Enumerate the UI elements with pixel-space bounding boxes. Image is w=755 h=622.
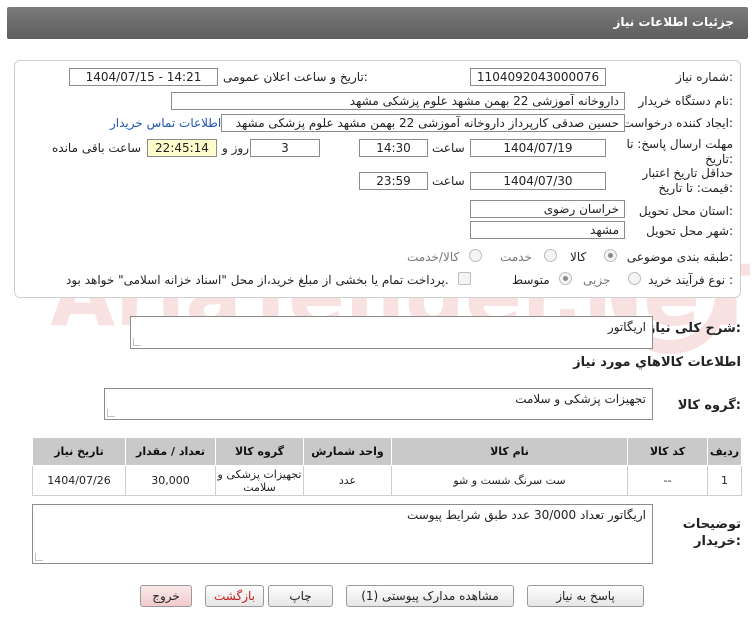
page-title: جزئیات اطلاعات نیاز: [613, 15, 734, 29]
cell-quantity: 30,000: [125, 465, 216, 496]
remaining-time-field: 22:45:14: [147, 139, 217, 157]
price-date-field: 1404/07/30: [470, 172, 606, 190]
exit-button[interactable]: خروج: [140, 585, 192, 607]
announce-label: تاریخ و ساعت اعلان عمومی:: [223, 70, 368, 84]
city-field: مشهد: [470, 221, 625, 239]
days-field: 3: [250, 139, 320, 157]
process-medium-label: متوسط: [512, 273, 550, 287]
table-header-row: ردیف کد کالا نام کالا واحد شمارش گروه کا…: [32, 437, 742, 466]
remaining-label: ساعت باقی مانده: [52, 141, 142, 155]
summary-label: شرح کلی نیاز:: [647, 321, 741, 336]
buyer-notes-text: اریگاتور تعداد 30/000 عدد طبق شرایط پیوس…: [406, 508, 646, 522]
reply-time-label: ساعت: [432, 141, 465, 155]
creator-label: ایجاد کننده درخواست:: [622, 116, 733, 130]
goods-group-textarea[interactable]: تجهیزات پزشکی و سلامت: [104, 388, 653, 420]
need-number-field: 1104092043000076: [470, 68, 606, 86]
summary-text: اریگاتور: [607, 320, 646, 334]
province-label: استان محل تحویل:: [638, 204, 733, 218]
back-button[interactable]: بازگشت: [205, 585, 264, 607]
cell-date: 1404/07/26: [32, 465, 126, 496]
province-field: خراسان رضوی: [470, 200, 625, 218]
resize-grip-icon[interactable]: [133, 338, 141, 346]
process-minor-radio[interactable]: [628, 272, 641, 285]
table-row[interactable]: 1 -- ست سرنگ شست و شو عدد تجهیزات پزشکی …: [32, 465, 742, 496]
price-time-label: ساعت: [432, 174, 465, 188]
process-medium-radio[interactable]: [559, 272, 572, 285]
price-validity-label: حداقل تاریخ اعتبار قیمت: تا تاریخ:: [642, 166, 733, 195]
col-row-header: ردیف: [707, 437, 742, 466]
creator-field: حسین صدقی کارپرداز داروخانه آموزشی 22 به…: [221, 114, 625, 132]
cell-group: تجهیزات پزشکی و سلامت: [215, 465, 304, 496]
reply-time-field: 14:30: [359, 139, 428, 157]
price-time-field: 23:59: [359, 172, 428, 190]
contact-buyer-link[interactable]: اطلاعات تماس خریدار: [110, 116, 221, 130]
col-name-header: نام کالا: [391, 437, 628, 466]
cell-name: ست سرنگ شست و شو: [391, 465, 628, 496]
col-quantity-header: تعداد / مقدار: [125, 437, 216, 466]
col-group-header: گروه کالا: [215, 437, 304, 466]
page-header: جزئیات اطلاعات نیاز: [7, 7, 748, 39]
category-both-radio[interactable]: [469, 249, 482, 262]
treasury-payment-checkbox[interactable]: [458, 272, 471, 285]
buyer-notes-textarea[interactable]: اریگاتور تعداد 30/000 عدد طبق شرایط پیوس…: [32, 504, 653, 564]
category-goods-label: کالا: [570, 250, 587, 264]
category-goods-radio[interactable]: [604, 249, 617, 262]
category-both-label: کالا/خدمت: [407, 250, 460, 264]
goods-group-text: تجهیزات پزشکی و سلامت: [515, 392, 646, 406]
resize-grip-icon[interactable]: [35, 553, 43, 561]
process-minor-label: جزیی: [583, 273, 611, 287]
category-label: طبقه بندی موضوعی:: [626, 250, 733, 264]
cell-row: 1: [707, 465, 742, 496]
summary-textarea[interactable]: اریگاتور: [130, 316, 653, 349]
buyer-notes-label: توضیحات خریدار:: [682, 517, 741, 549]
col-unit-header: واحد شمارش: [303, 437, 392, 466]
reply-deadline-label: مهلت ارسال پاسخ: تا تاریخ:: [626, 137, 733, 166]
announce-field: 1404/07/15 - 14:21: [69, 68, 218, 86]
city-label: شهر محل تحویل:: [646, 224, 733, 238]
print-button[interactable]: چاپ: [268, 585, 333, 607]
need-number-label: شماره نیاز:: [675, 70, 733, 84]
buyer-org-field: داروخانه آموزشی 22 بهمن مشهد علوم پزشکی …: [171, 92, 625, 110]
cell-unit: عدد: [303, 465, 392, 496]
category-service-radio[interactable]: [544, 249, 557, 262]
col-code-header: کد کالا: [627, 437, 708, 466]
goods-group-label: گروه کالا:: [677, 398, 741, 413]
view-attachments-button[interactable]: مشاهده مدارک پیوستی (1): [346, 585, 514, 607]
goods-section-title: اطلاعات کالاهاي مورد نياز: [573, 355, 741, 370]
reply-date-field: 1404/07/19: [470, 139, 606, 157]
col-date-header: تاریخ نیاز: [32, 437, 126, 466]
buyer-org-label: نام دستگاه خریدار:: [638, 94, 734, 108]
days-label: روز و: [222, 141, 249, 155]
treasury-payment-note: پرداخت تمام یا بخشی از مبلغ خرید،از محل …: [66, 273, 449, 287]
process-label: نوع فرآیند خرید :: [648, 273, 733, 287]
goods-table: ردیف کد کالا نام کالا واحد شمارش گروه کا…: [32, 437, 742, 496]
resize-grip-icon[interactable]: [107, 409, 115, 417]
category-service-label: خدمت: [500, 250, 532, 264]
cell-code: --: [627, 465, 708, 496]
reply-button[interactable]: پاسخ به نیاز: [527, 585, 644, 607]
